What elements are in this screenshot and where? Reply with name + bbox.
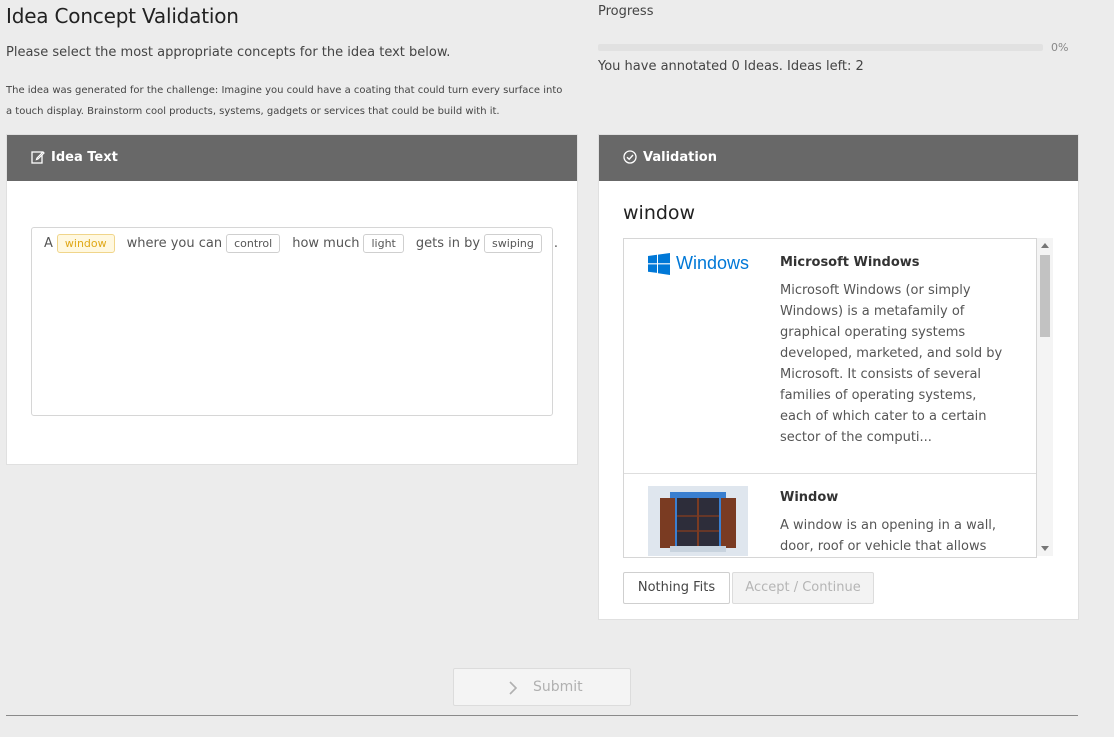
progress-label: Progress (598, 4, 654, 19)
concept-token-control[interactable]: control (226, 234, 281, 253)
idea-text-box: Awindow where you can control how much light… (31, 227, 558, 416)
page-instructions: Please select the most appropriate conce… (6, 45, 451, 60)
bottom-divider (6, 715, 1078, 716)
idea-text-header: Idea Text (7, 135, 577, 181)
nothing-fits-button[interactable]: Nothing Fits (623, 572, 730, 604)
candidate-name: Window (780, 490, 839, 505)
candidate-description: A window is an opening in a wall, door, … (780, 518, 997, 554)
progress-percent: 0% (1051, 41, 1069, 54)
scroll-thumb[interactable] (1040, 255, 1050, 337)
idea-word: how much (292, 236, 360, 251)
window-photo (648, 486, 748, 556)
selected-word: window (623, 202, 696, 224)
idea-text-title: Idea Text (51, 150, 118, 165)
validation-title: Validation (643, 150, 717, 165)
candidate-description: Microsoft Windows (or simply Windows) is… (780, 283, 1003, 445)
concept-token-swiping[interactable]: swiping (484, 234, 542, 253)
idea-text-panel: Idea Text Awindow where you can control how… (6, 134, 578, 465)
windows-logo: Windows (648, 253, 758, 277)
idea-word: where you can (126, 236, 223, 251)
candidate-name: Microsoft Windows (780, 255, 920, 270)
validation-panel: Validation window Windows Microsoft Wind… (598, 134, 1079, 620)
candidate-list: Windows Microsoft Windows Microsoft Wind… (623, 238, 1037, 558)
windows-logo-icon (648, 253, 670, 275)
candidate-scrollbar[interactable] (1037, 238, 1053, 556)
scroll-down-icon[interactable] (1041, 546, 1049, 551)
page-title: Idea Concept Validation (6, 4, 239, 28)
annotated-count: You have annotated 0 Ideas. Ideas left: … (598, 59, 864, 74)
submit-label: Submit (533, 679, 583, 695)
windows-logo-text: Windows (676, 253, 750, 273)
idea-word: A (44, 236, 53, 251)
challenge-text: The idea was generated for the challenge… (6, 85, 563, 117)
accept-continue-button[interactable]: Accept / Continue (732, 572, 874, 604)
idea-sentence: Awindow where you can control how much light… (44, 234, 562, 253)
edit-icon (31, 151, 45, 164)
idea-word: . (553, 236, 558, 251)
chevron-right-icon (509, 681, 518, 695)
scroll-up-icon[interactable] (1041, 243, 1049, 248)
candidate-microsoft-windows[interactable]: Windows Microsoft Windows Microsoft Wind… (624, 239, 1036, 474)
submit-button[interactable]: Submit (453, 668, 631, 706)
concept-token-light[interactable]: light (363, 234, 404, 253)
idea-word: gets in by (415, 236, 481, 251)
validation-header: Validation (599, 135, 1078, 181)
window-image (648, 486, 748, 556)
concept-token-window[interactable]: window (56, 234, 115, 253)
progress-bar (598, 44, 1043, 51)
candidate-window[interactable]: Window A window is an opening in a wall,… (624, 474, 1036, 557)
check-circle-icon (623, 150, 637, 164)
